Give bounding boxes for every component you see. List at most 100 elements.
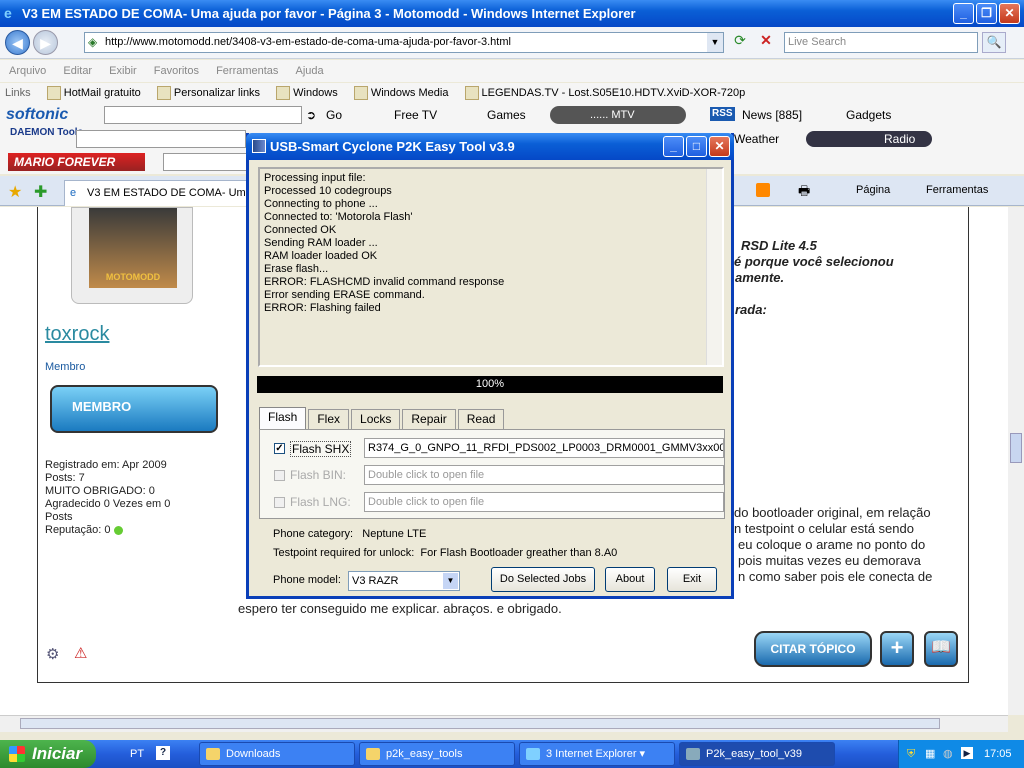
testpoint-value: For Flash Bootloader greather than 8.A0 xyxy=(420,547,618,559)
minimize-button[interactable]: _ xyxy=(953,3,974,24)
refresh-icon[interactable]: ⟳ xyxy=(730,32,750,52)
start-button[interactable]: Iniciar xyxy=(0,740,96,768)
taskbar-downloads[interactable]: Downloads xyxy=(199,742,355,766)
daemon-search-input[interactable] xyxy=(76,130,246,148)
language-indicator[interactable]: PT xyxy=(130,740,144,768)
search-input[interactable]: Live Search xyxy=(784,32,978,53)
flash-lng-checkbox[interactable] xyxy=(274,497,285,508)
tab-flex[interactable]: Flex xyxy=(308,409,350,429)
help-icon[interactable]: ? xyxy=(156,746,170,760)
radio-button[interactable]: Radio xyxy=(806,131,932,147)
rss-icon: RSS xyxy=(710,107,735,121)
link-windows[interactable]: Windows xyxy=(276,86,338,101)
gadgets-button[interactable]: Gadgets xyxy=(846,103,891,127)
tab-repair[interactable]: Repair xyxy=(402,409,456,429)
address-dropdown-icon[interactable]: ▼ xyxy=(707,33,723,52)
dialog-title: USB-Smart Cyclone P2K Easy Tool v3.9 xyxy=(270,139,515,154)
about-button[interactable]: About xyxy=(605,567,655,592)
post-line-r1: do bootloader original, em relação xyxy=(734,505,931,520)
clock: 17:05 xyxy=(984,748,1012,760)
back-button[interactable]: ◀ xyxy=(5,30,30,55)
favorites-star-icon[interactable]: ★ xyxy=(8,182,22,202)
weather-button[interactable]: Weather xyxy=(734,127,779,151)
menu-arquivo[interactable]: Arquivo xyxy=(9,65,46,77)
tab-flash[interactable]: Flash xyxy=(259,407,307,429)
search-icon[interactable]: 🔍 xyxy=(982,32,1006,53)
info-registered: Registrado em: Apr 2009 xyxy=(45,459,167,471)
softonic-search-input[interactable] xyxy=(104,106,302,124)
link-legendas[interactable]: LEGENDAS.TV - Lost.S05E10.HDTV.XviD-XOR-… xyxy=(464,86,745,101)
mario-logo[interactable]: MARIO FOREVER xyxy=(8,153,145,171)
book-icon[interactable]: 📖 xyxy=(924,631,958,667)
log-line: Processing input file: xyxy=(264,172,366,184)
exit-button[interactable]: Exit xyxy=(667,567,717,592)
flash-shx-field[interactable]: R374_G_0_GNPO_11_RFDI_PDS002_LP0003_DRM0… xyxy=(364,438,724,458)
maximize-button[interactable]: ❐ xyxy=(976,3,997,24)
avatar: MOTOMODD xyxy=(71,207,193,304)
tab-ie-icon: e xyxy=(70,187,77,199)
taskbar-ie-group[interactable]: 3 Internet Explorer ▾ xyxy=(519,742,675,766)
shield-icon[interactable]: ⛨ xyxy=(907,740,915,768)
horizontal-scrollbar[interactable] xyxy=(0,715,1008,732)
window-title: V3 EM ESTADO DE COMA- Uma ajuda por favo… xyxy=(22,6,636,21)
news-button[interactable]: News [885] xyxy=(742,103,802,127)
dialog-close-button[interactable]: ✕ xyxy=(709,136,730,157)
link-personalizar[interactable]: Personalizar links xyxy=(156,86,260,101)
info-agradecido: Agradecido 0 Vezes em 0 xyxy=(45,498,171,510)
address-bar[interactable]: ◈ http://www.motomodd.net/3408-v3-em-est… xyxy=(84,32,724,53)
folder-icon xyxy=(366,748,380,760)
vscroll-thumb[interactable] xyxy=(1010,433,1022,463)
row-flash-shx: ✓ Flash SHX R374_G_0_GNPO_11_RFDI_PDS002… xyxy=(270,438,724,458)
quote-topic-button[interactable]: CITAR TÓPICO xyxy=(754,631,872,667)
hscroll-thumb[interactable] xyxy=(20,718,940,729)
user-options-icon[interactable]: ⚙ xyxy=(46,645,59,663)
log-output[interactable]: Processing input file: Processed 10 code… xyxy=(258,167,724,367)
dialog-maximize-button[interactable]: □ xyxy=(686,136,707,157)
network-icon[interactable]: ▦ xyxy=(925,740,935,768)
add-post-icon[interactable]: + xyxy=(880,631,914,667)
flash-shx-checkbox[interactable]: ✓ xyxy=(274,443,285,454)
links-bar: Links HotMail gratuito Personalizar link… xyxy=(0,83,1024,103)
media-play-icon[interactable]: ▶ xyxy=(961,747,973,759)
freetv-button[interactable]: Free TV xyxy=(394,103,437,127)
tab-current[interactable]: e V3 EM ESTADO DE COMA- Uma ajuda por fa… xyxy=(64,180,254,206)
menu-ajuda[interactable]: Ajuda xyxy=(295,65,323,77)
forward-button[interactable]: ▶ xyxy=(33,30,58,55)
print-icon[interactable]: 🖶 xyxy=(798,182,810,204)
vertical-scrollbar[interactable] xyxy=(1008,207,1024,715)
menu-editar[interactable]: Editar xyxy=(63,65,92,77)
flash-panel: ✓ Flash SHX R374_G_0_GNPO_11_RFDI_PDS002… xyxy=(259,429,725,519)
phone-model-select[interactable]: V3 RAZR ▼ xyxy=(348,571,460,591)
close-button[interactable]: ✕ xyxy=(999,3,1020,24)
tools-menu[interactable]: Ferramentas xyxy=(926,184,988,196)
stop-icon[interactable]: ✕ xyxy=(756,32,776,52)
menu-favoritos[interactable]: Favoritos xyxy=(154,65,199,77)
add-favorite-icon[interactable]: ✚ xyxy=(34,182,47,202)
menu-ferramentas[interactable]: Ferramentas xyxy=(216,65,278,77)
log-scrollbar[interactable] xyxy=(706,169,722,365)
dialog-minimize-button[interactable]: _ xyxy=(663,136,684,157)
flash-bin-checkbox[interactable] xyxy=(274,470,285,481)
taskbar-p2k-tool[interactable]: P2k_easy_tool_v39 xyxy=(679,742,835,766)
menu-exibir[interactable]: Exibir xyxy=(109,65,137,77)
go-icon[interactable]: ➲ xyxy=(306,103,316,127)
do-selected-jobs-button[interactable]: Do Selected Jobs xyxy=(491,567,595,592)
mtv-player[interactable]: ...... MTV xyxy=(550,106,686,124)
games-button[interactable]: Games xyxy=(487,103,526,127)
post-line-4: rada: xyxy=(735,302,767,317)
link-windows-media[interactable]: Windows Media xyxy=(353,86,448,101)
go-button[interactable]: Go xyxy=(326,103,342,127)
feeds-icon[interactable] xyxy=(756,183,770,197)
link-hotmail[interactable]: HotMail gratuito xyxy=(46,86,141,101)
tab-read[interactable]: Read xyxy=(457,409,505,429)
username-link[interactable]: toxrock xyxy=(45,323,109,346)
mario-search-input[interactable] xyxy=(163,153,248,171)
taskbar-p2k-folder[interactable]: p2k_easy_tools xyxy=(359,742,515,766)
menu-bar: Arquivo Editar Exibir Favoritos Ferramen… xyxy=(0,60,1024,82)
flash-lng-field[interactable]: Double click to open file xyxy=(364,492,724,512)
flash-bin-field[interactable]: Double click to open file xyxy=(364,465,724,485)
tab-locks[interactable]: Locks xyxy=(351,409,401,429)
page-menu[interactable]: Página xyxy=(856,184,890,196)
volume-icon[interactable]: ◍ xyxy=(943,740,953,768)
report-warning-icon[interactable]: ⚠ xyxy=(74,644,87,662)
